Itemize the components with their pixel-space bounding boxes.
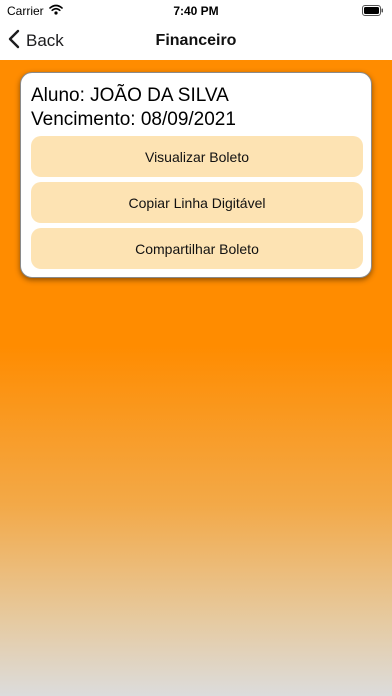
copy-digitable-line-button[interactable]: Copiar Linha Digitável [31, 182, 363, 223]
battery-icon [362, 5, 384, 16]
page-title: Financeiro [155, 32, 237, 49]
navigation-bar: Back Financeiro [0, 22, 392, 60]
main-content: Aluno: JOÃO DA SILVA Vencimento: 08/09/2… [0, 60, 392, 696]
status-time: 7:40 PM [173, 4, 219, 18]
view-boleto-button[interactable]: Visualizar Boleto [31, 136, 363, 177]
status-bar: Carrier 7:40 PM [0, 0, 392, 22]
due-date: Vencimento: 08/09/2021 [31, 109, 236, 130]
boleto-card: Aluno: JOÃO DA SILVA Vencimento: 08/09/2… [20, 72, 372, 278]
student-name: Aluno: JOÃO DA SILVA [31, 85, 229, 106]
share-boleto-button[interactable]: Compartilhar Boleto [31, 228, 363, 269]
